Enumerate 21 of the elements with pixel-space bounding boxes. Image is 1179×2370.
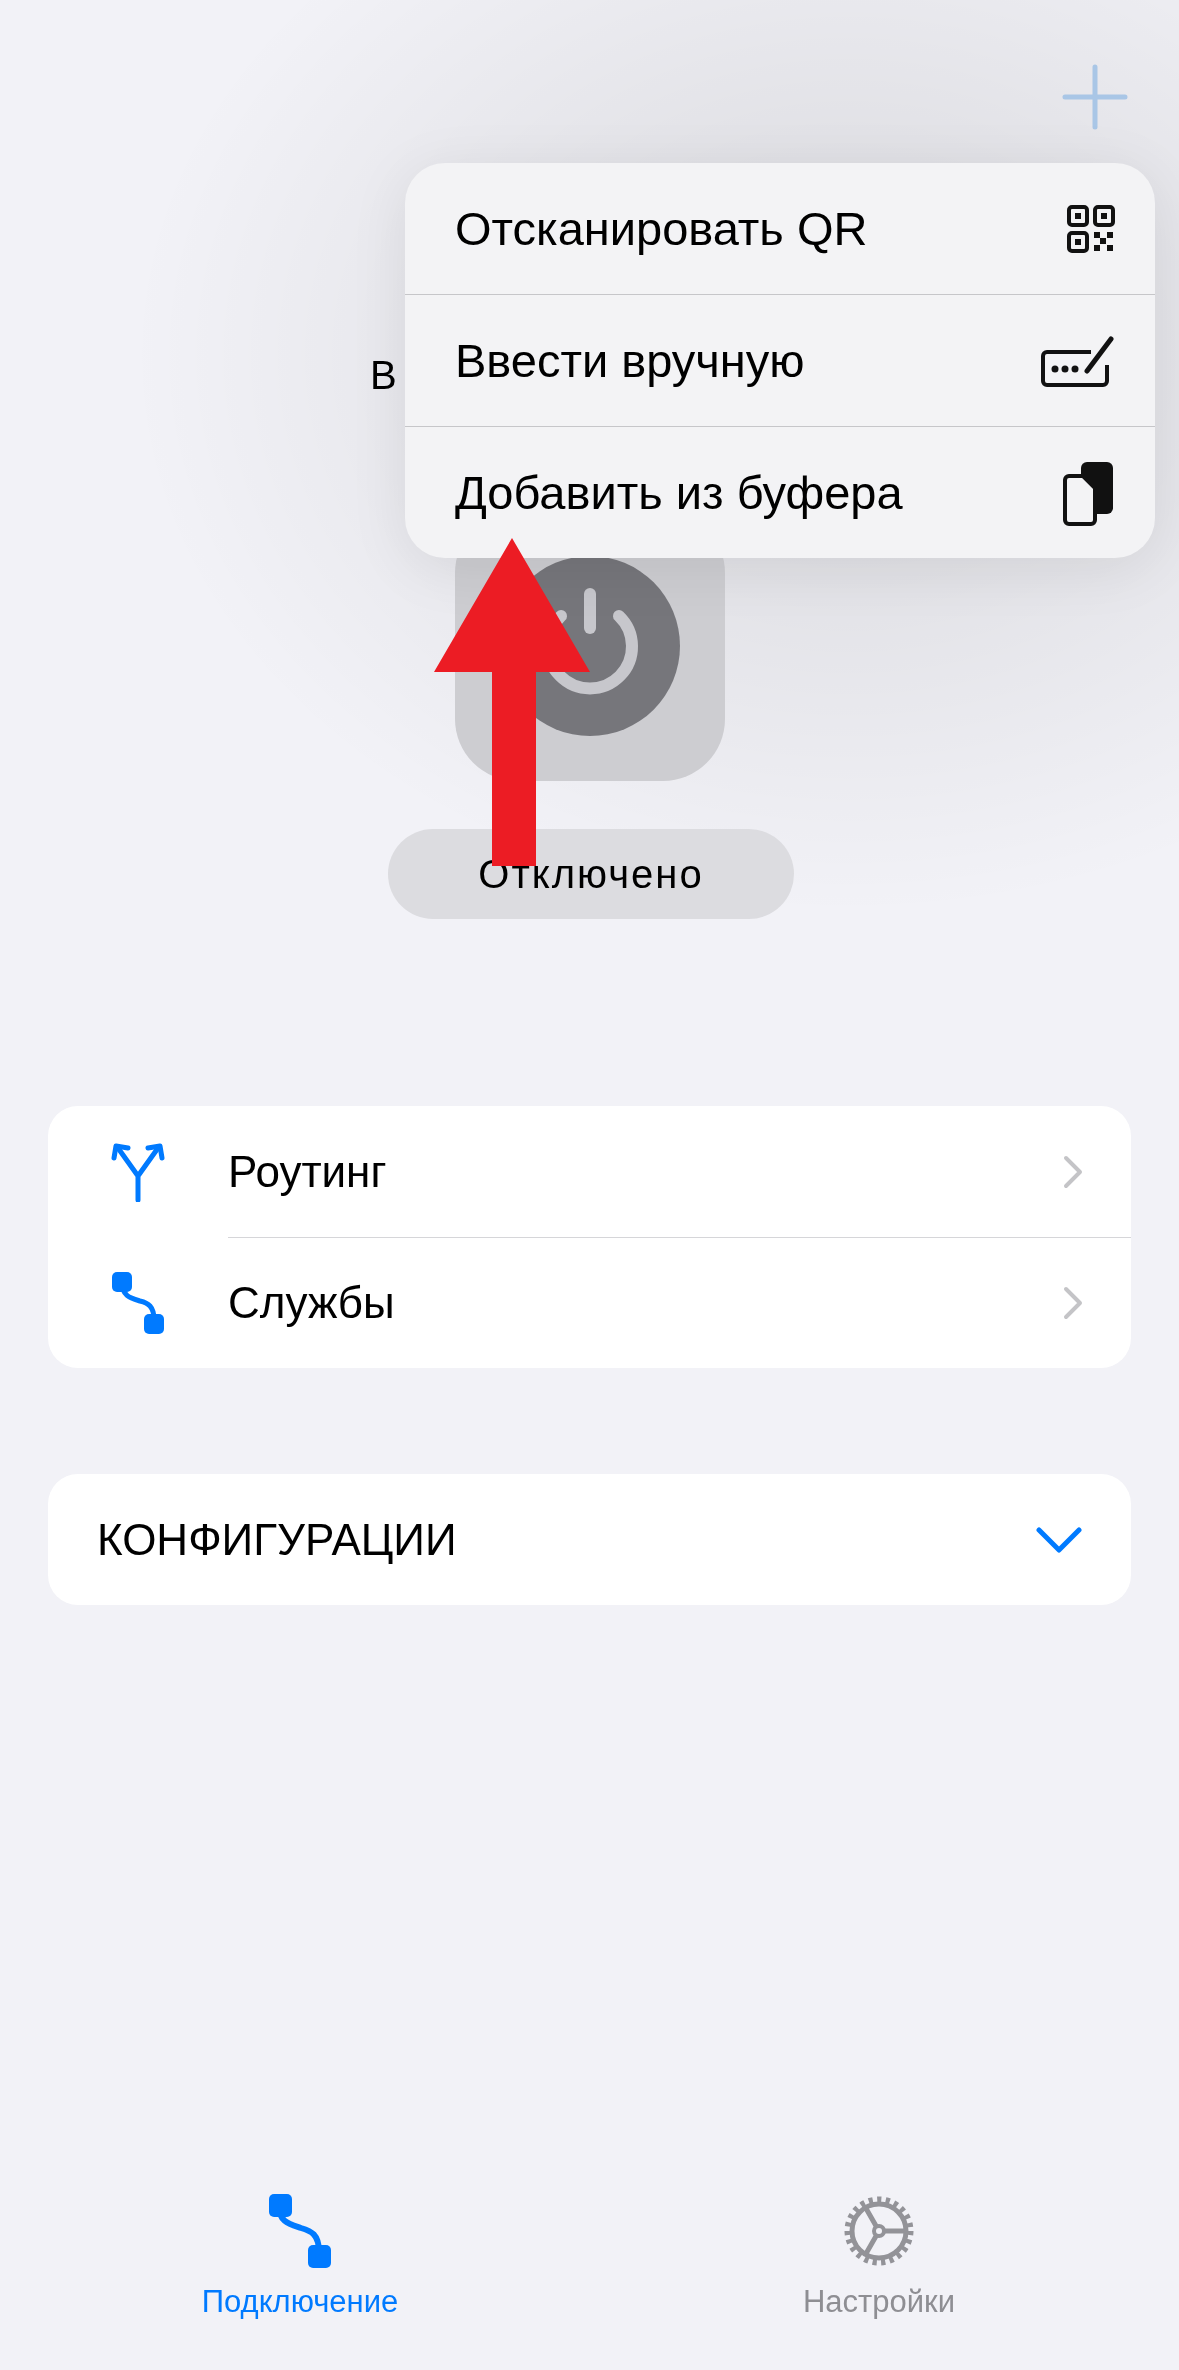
- connector-icon: [110, 1269, 166, 1336]
- menu-item[interactable]: Ввести вручную: [405, 294, 1155, 426]
- menu-item[interactable]: Добавить из буфера: [405, 426, 1155, 558]
- status-pill: Отключено: [388, 829, 794, 919]
- fork-icon: [110, 1141, 166, 1202]
- list-row[interactable]: Службы: [48, 1237, 1131, 1368]
- chevron-icon: [1063, 1154, 1083, 1189]
- chevron-icon: [1036, 1526, 1082, 1553]
- list-row[interactable]: Роутинг: [48, 1106, 1131, 1237]
- section-title: КОНФИГУРАЦИИ: [97, 1514, 457, 1565]
- menu-item[interactable]: Отсканировать QR: [405, 163, 1155, 294]
- connector-icon: [267, 2192, 333, 2270]
- row-label: Службы: [228, 1278, 395, 1328]
- keyboard-pen-icon: [1041, 334, 1115, 387]
- chevron-icon: [1063, 1286, 1083, 1320]
- title-text: В: [370, 353, 397, 397]
- row-label: Роутинг: [228, 1146, 387, 1197]
- qr-code-icon: [1067, 204, 1115, 253]
- copy-icon: [1061, 459, 1115, 526]
- section-header[interactable]: КОНФИГУРАЦИИ: [48, 1474, 1131, 1605]
- tab[interactable]: Подключение: [180, 2192, 420, 2320]
